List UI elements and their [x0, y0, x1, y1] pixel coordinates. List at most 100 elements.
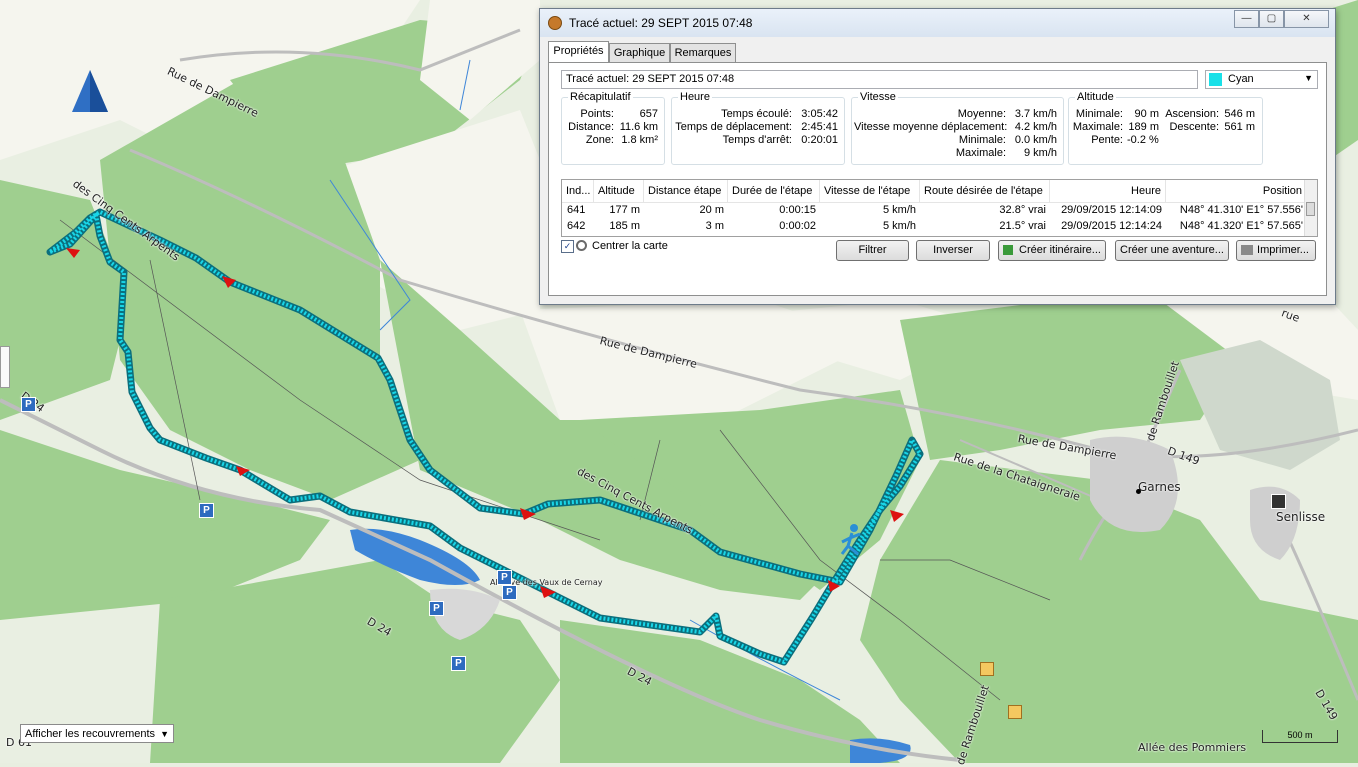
- track-name-field[interactable]: Tracé actuel: 29 SEPT 2015 07:48: [561, 70, 1198, 89]
- overlay-select-value: Afficher les recouvrements: [25, 728, 156, 740]
- table-scrollbar[interactable]: [1304, 180, 1317, 236]
- cell-index: 642: [567, 220, 586, 232]
- min-speed-label: Minimale:: [958, 134, 1006, 146]
- cell-course: 32.8° vrai: [999, 204, 1046, 216]
- column-header[interactable]: Vitesse de l'étape: [820, 180, 920, 202]
- printer-icon: [1241, 245, 1253, 255]
- ascent-label: Ascension:: [1165, 108, 1219, 120]
- alt-max-label: Maximale:: [1072, 121, 1123, 133]
- color-select[interactable]: Cyan ▼: [1205, 70, 1318, 89]
- cell-altitude: 185 m: [609, 220, 640, 232]
- cell-distance: 3 m: [705, 220, 724, 232]
- summary-group: Récapitulatif Points: 657 Distance: 11.6…: [561, 91, 665, 165]
- magnifier-icon: [576, 240, 587, 251]
- poi-icon: [1008, 705, 1022, 719]
- cell-duration: 0:00:15: [779, 204, 816, 216]
- table-row[interactable]: 641 177 m 20 m 0:00:15 5 km/h 32.8° vrai…: [562, 204, 1307, 218]
- time-group: Heure Temps écoulé: 3:05:42 Temps de dép…: [671, 91, 845, 165]
- column-header[interactable]: Distance étape: [644, 180, 728, 202]
- create-adventure-button[interactable]: Créer une aventure...: [1115, 240, 1229, 261]
- map-label-place: Senlisse: [1276, 510, 1326, 524]
- zone-label: Zone:: [585, 134, 614, 146]
- max-speed-value: 9 km/h: [1023, 147, 1057, 159]
- column-header[interactable]: Ind...: [562, 180, 594, 202]
- cell-course: 21.5° vrai: [999, 220, 1046, 232]
- tab-graph[interactable]: Graphique: [609, 43, 670, 62]
- column-header[interactable]: Position: [1166, 180, 1307, 202]
- cell-altitude: 177 m: [609, 204, 640, 216]
- altitude-title: Altitude: [1075, 91, 1116, 103]
- center-map-label: Centrer la carte: [592, 240, 668, 252]
- cell-position: N48° 41.320' E1° 57.565': [1179, 220, 1303, 232]
- north-arrow-icon: [72, 70, 108, 112]
- elapsed-label: Temps écoulé:: [721, 108, 792, 120]
- elapsed-value: 3:05:42: [801, 108, 838, 120]
- parking-icon: P: [199, 503, 214, 518]
- points-label: Points:: [580, 108, 614, 120]
- cell-speed: 5 km/h: [882, 220, 916, 232]
- tab-properties[interactable]: Propriétés: [548, 41, 609, 63]
- scrollbar-thumb[interactable]: [1306, 202, 1315, 216]
- print-button[interactable]: Imprimer...: [1236, 240, 1316, 261]
- trackpoint-table[interactable]: Ind... Altitude Distance étape Durée de …: [561, 179, 1318, 237]
- town-dot-icon: [1136, 489, 1141, 494]
- ascent-value: 546 m: [1224, 108, 1255, 120]
- cell-duration: 0:00:02: [779, 220, 816, 232]
- track-properties-dialog: Tracé actuel: 29 SEPT 2015 07:48 — ▢ ✕ P…: [539, 8, 1336, 305]
- dialog-title: Tracé actuel: 29 SEPT 2015 07:48: [569, 16, 753, 30]
- cell-index: 641: [567, 204, 586, 216]
- speed-title: Vitesse: [858, 91, 898, 103]
- alt-max-value: 189 m: [1128, 121, 1159, 133]
- cell-position: N48° 41.310' E1° 57.556': [1179, 204, 1303, 216]
- tab-remarks[interactable]: Remarques: [670, 43, 736, 62]
- slope-label: Pente:: [1091, 134, 1123, 146]
- zone-value: 1.8 km²: [621, 134, 658, 146]
- close-button[interactable]: ✕: [1284, 10, 1329, 28]
- max-speed-label: Maximale:: [955, 147, 1006, 159]
- alt-min-label: Minimale:: [1075, 108, 1123, 120]
- stopped-time-value: 0:20:01: [801, 134, 838, 146]
- time-title: Heure: [678, 91, 712, 103]
- slope-value: -0.2 %: [1127, 134, 1159, 146]
- map-label-road: Allée des Pommiers: [1138, 741, 1247, 754]
- overlay-select[interactable]: Afficher les recouvrements ▼: [20, 724, 174, 743]
- table-header: Ind... Altitude Distance étape Durée de …: [562, 180, 1307, 203]
- minimize-button[interactable]: —: [1234, 10, 1259, 28]
- column-header[interactable]: Altitude: [594, 180, 644, 202]
- descent-label: Descente:: [1169, 121, 1219, 133]
- dialog-titlebar[interactable]: Tracé actuel: 29 SEPT 2015 07:48 — ▢ ✕: [540, 9, 1335, 37]
- properties-panel: Tracé actuel: 29 SEPT 2015 07:48 Cyan ▼ …: [548, 62, 1327, 296]
- scale-label: 500 m: [1287, 730, 1313, 740]
- parking-icon: P: [429, 601, 444, 616]
- filter-button[interactable]: Filtrer: [836, 240, 909, 261]
- avg-speed-value: 3.7 km/h: [1014, 108, 1057, 120]
- avg-speed-label: Moyenne:: [957, 108, 1006, 120]
- parking-icon: P: [502, 585, 517, 600]
- summary-title: Récapitulatif: [568, 91, 633, 103]
- maximize-button[interactable]: ▢: [1259, 10, 1284, 28]
- cell-time: 29/09/2015 12:14:24: [1061, 220, 1162, 232]
- parking-icon: P: [451, 656, 466, 671]
- table-row[interactable]: 642 185 m 3 m 0:00:02 5 km/h 21.5° vrai …: [562, 220, 1307, 234]
- poi-icon: [980, 662, 994, 676]
- center-map-checkbox[interactable]: ✓: [561, 240, 574, 253]
- chevron-down-icon: ▼: [1304, 73, 1313, 83]
- create-route-button[interactable]: Créer itinéraire...: [998, 240, 1106, 261]
- side-panel-handle[interactable]: [0, 346, 10, 388]
- moving-time-label: Temps de déplacement:: [675, 121, 792, 133]
- column-header[interactable]: Heure: [1050, 180, 1166, 202]
- descent-value: 561 m: [1224, 121, 1255, 133]
- create-route-label: Créer itinéraire...: [1019, 244, 1101, 256]
- column-header[interactable]: Durée de l'étape: [728, 180, 820, 202]
- speed-group: Vitesse Moyenne: 3.7 km/h Vitesse moyenn…: [851, 91, 1064, 165]
- moving-avg-speed-value: 4.2 km/h: [1014, 121, 1057, 133]
- alt-min-value: 90 m: [1134, 108, 1159, 120]
- cell-distance: 20 m: [699, 204, 724, 216]
- map-label-place: Garnes: [1138, 480, 1181, 494]
- invert-button[interactable]: Inverser: [916, 240, 990, 261]
- stopped-time-label: Temps d'arrêt:: [722, 134, 792, 146]
- cell-time: 29/09/2015 12:14:09: [1061, 204, 1162, 216]
- parking-icon: P: [497, 570, 512, 585]
- column-header[interactable]: Route désirée de l'étape: [920, 180, 1050, 202]
- points-value: 657: [639, 108, 658, 120]
